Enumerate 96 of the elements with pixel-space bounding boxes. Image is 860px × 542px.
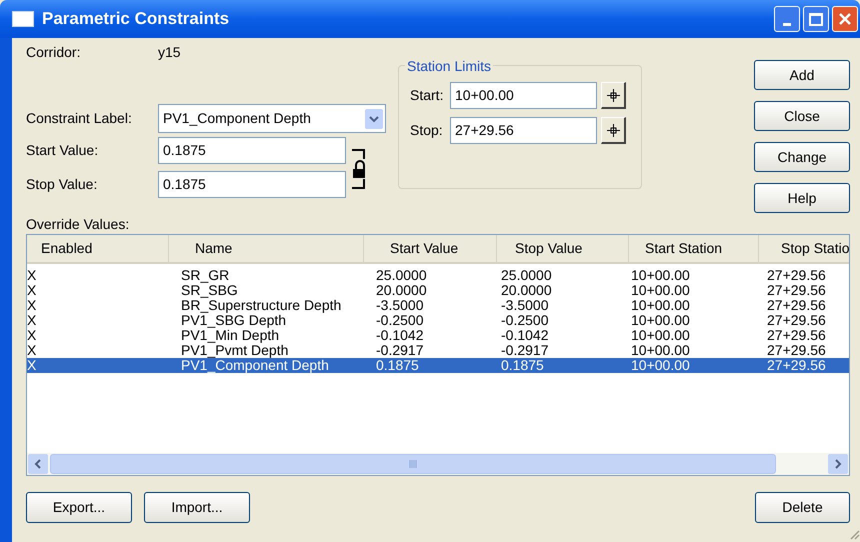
close-button[interactable]: [832, 6, 858, 32]
table-cell-text: X: [27, 283, 38, 298]
grip-icon: [409, 460, 417, 468]
table-cell-text: X: [27, 343, 38, 358]
dialog-button[interactable]: Export...: [26, 492, 132, 523]
chevron-down-icon: [365, 108, 383, 128]
table-row[interactable]: X SR_SBG 20.0000 20.0000 10+00.00 27+29.56: [27, 283, 849, 298]
table-cell-text: 10+00.00: [630, 343, 691, 358]
table-cell-text: 27+29.56: [766, 328, 827, 343]
table-row[interactable]: X SR_GR 25.0000 25.0000 10+00.00 27+29.56: [27, 268, 849, 283]
table-cell-text: X: [27, 298, 38, 313]
table-cell-text: BR_Superstructure Depth: [180, 298, 342, 313]
chevron-right-icon: [834, 459, 842, 469]
table-row[interactable]: X PV1_Min Depth -0.1042 -0.1042 10+00.00 27+29.56: [27, 328, 849, 343]
scroll-left-button[interactable]: [28, 454, 48, 474]
chevron-left-icon: [34, 459, 42, 469]
text-field[interactable]: 0.1875: [158, 137, 346, 164]
column-header[interactable]: Stop Value: [497, 235, 629, 262]
table-cell-text: 27+29.56: [766, 313, 827, 328]
table-cell-text: X: [27, 313, 38, 328]
table-cell-text: 27+29.56: [766, 268, 827, 283]
text-field[interactable]: 0.1875: [158, 171, 346, 198]
table-cell-text: 27+29.56: [766, 343, 827, 358]
table-cell-text: -0.2500: [375, 313, 424, 328]
scroll-right-button[interactable]: [828, 454, 848, 474]
table-cell-text: 10+00.00: [630, 358, 691, 373]
table-cell-text: -0.2500: [500, 313, 550, 328]
table-cell-text: -3.5000: [500, 298, 550, 313]
resize-grip-icon: [848, 528, 860, 540]
table-cell-text: PV1_Pvmt Depth: [180, 343, 290, 358]
table-cell-text: PV1_Min Depth: [180, 328, 280, 343]
table-cell-text: -0.2917: [500, 343, 550, 358]
field-label: Constraint Label:: [26, 109, 133, 128]
maximize-button[interactable]: [803, 6, 829, 32]
crosshair-icon: [606, 124, 620, 136]
table-cell-text: 10+00.00: [630, 268, 691, 283]
table-cell-text: 27+29.56: [766, 298, 827, 313]
dialog-button[interactable]: Add: [754, 60, 850, 90]
table-cell-text: 0.1875: [375, 358, 420, 373]
table-cell-text: 25.0000: [500, 268, 553, 283]
field-label: Start:: [410, 86, 444, 105]
section-label: Override Values:: [26, 215, 130, 234]
table-row[interactable]: X BR_Superstructure Depth -3.5000 -3.5000 10+00.00 27+29.56: [27, 298, 849, 313]
field-label: Stop:: [410, 121, 444, 140]
table-cell-text: SR_SBG: [180, 283, 239, 298]
table-cell-text: 10+00.00: [630, 298, 691, 313]
field-label: Corridor:: [26, 42, 82, 62]
corridor-value: y15: [158, 42, 181, 62]
text-field[interactable]: 27+29.56: [450, 117, 597, 144]
table-cell-text: -0.1042: [375, 328, 424, 343]
dialog-button[interactable]: Delete: [755, 492, 850, 523]
table-cell-text: 10+00.00: [630, 328, 691, 343]
window-title: Parametric Constraints: [42, 8, 230, 30]
table-cell-text: -3.5000: [375, 298, 424, 313]
close-icon: [838, 12, 852, 26]
table-cell-text: 27+29.56: [766, 283, 827, 298]
pick-button[interactable]: [601, 117, 626, 144]
table-cell-text: 0.1875: [500, 358, 545, 373]
column-header[interactable]: Stop Statio: [759, 235, 849, 262]
table-cell-text: 10+00.00: [630, 283, 691, 298]
crosshair-icon: [606, 88, 620, 102]
window-icon: [12, 11, 34, 27]
table-cell-text: PV1_SBG Depth: [180, 313, 286, 328]
dialog-button[interactable]: Close: [754, 101, 850, 131]
table-row[interactable]: X PV1_SBG Depth -0.2500 -0.2500 10+00.00 27+29.56: [27, 313, 849, 328]
table-cell-text: -0.1042: [500, 328, 550, 343]
table-cell-text: 27+29.56: [766, 358, 827, 373]
minimize-icon: [783, 23, 791, 26]
column-header[interactable]: Name: [169, 235, 364, 262]
dialog-button[interactable]: Help: [754, 183, 850, 213]
table-cell-text: -0.2917: [375, 343, 424, 358]
column-header[interactable]: Start Value: [364, 235, 497, 262]
scroll-thumb[interactable]: [50, 454, 776, 474]
column-header[interactable]: Start Station: [629, 235, 759, 262]
field-label: Start Value:: [26, 141, 100, 160]
table-cell-text: 20.0000: [500, 283, 553, 298]
table-cell-text: X: [27, 358, 38, 373]
table-cell-text: SR_GR: [180, 268, 230, 283]
pick-button[interactable]: [601, 82, 626, 109]
column-header[interactable]: Enabled: [27, 235, 169, 262]
field-label: Stop Value:: [26, 175, 98, 194]
maximize-icon: [809, 12, 823, 26]
table-row[interactable]: X PV1_Pvmt Depth -0.2917 -0.2917 10+00.00 27+29.56: [27, 343, 849, 358]
dialog-button[interactable]: Import...: [144, 492, 250, 523]
table-row[interactable]: X PV1_Component Depth 0.1875 0.1875 10+00.00 27+29.56: [27, 358, 849, 373]
table-cell-text: 10+00.00: [630, 313, 691, 328]
table-cell-text: X: [27, 268, 38, 283]
table-cell-text: X: [27, 328, 38, 343]
minimize-button[interactable]: [774, 6, 800, 32]
dialog-button[interactable]: Change: [754, 142, 850, 172]
text-field[interactable]: 10+00.00: [450, 82, 597, 109]
table-cell-text: 20.0000: [375, 283, 428, 298]
horizontal-scrollbar[interactable]: [27, 453, 849, 475]
constraint-dropdown[interactable]: PV1_Component Depth: [158, 104, 386, 133]
table-cell-text: 25.0000: [375, 268, 428, 283]
table-cell-text: PV1_Component Depth: [180, 358, 330, 373]
